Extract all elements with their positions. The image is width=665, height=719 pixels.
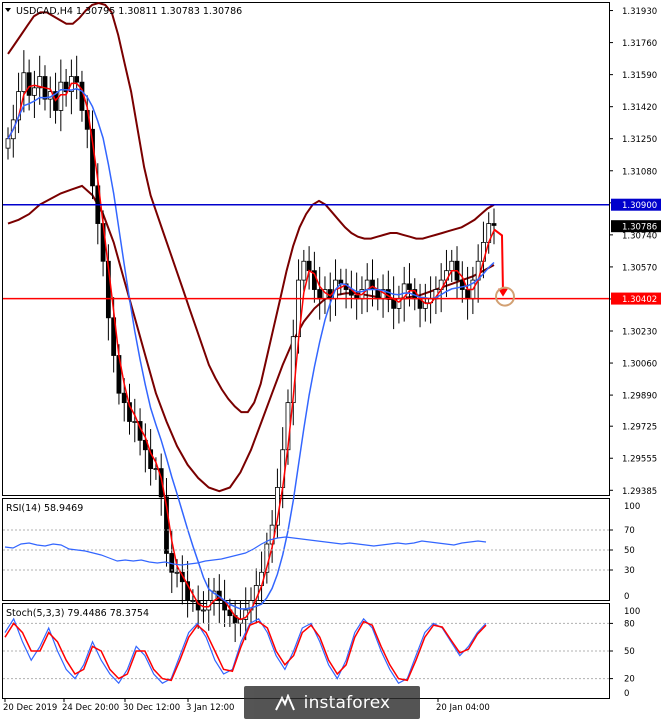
bollinger-lower-band <box>7 184 495 493</box>
candle-body <box>21 72 27 92</box>
price-tick-label: 1.29725 <box>622 423 657 433</box>
level-label: 70 <box>624 526 635 536</box>
collapse-triangle-icon[interactable] <box>5 8 11 12</box>
price-tick-label: 1.30060 <box>622 360 657 370</box>
price-pane: 1.31930 1.31760 1.31590 1.31420 1.31250 1.310… <box>3 1 661 643</box>
candle-body <box>370 279 375 290</box>
main-pane-frame <box>2 2 610 496</box>
price-tick-label: 1.29385 <box>622 487 657 497</box>
candle-body <box>306 260 312 272</box>
fast-moving-average <box>7 82 495 621</box>
level-label: 50 <box>624 546 635 556</box>
price-tick-label: 1.31080 <box>622 167 657 177</box>
candle-body <box>407 283 412 290</box>
candle-body <box>5 138 11 149</box>
level-label: 30 <box>624 566 635 576</box>
chart-window: 1.31930 1.31760 1.31590 1.31420 1.31250 1.310… <box>0 0 665 719</box>
price-tick-label: 1.31250 <box>622 135 657 145</box>
instaforex-watermark: instaforex <box>244 686 420 719</box>
time-tick-label: 3 Jan 12:00 <box>186 703 234 713</box>
pane-max-label: 100 <box>624 502 640 512</box>
price-tick-label: 1.31760 <box>622 39 657 49</box>
level-label: 50 <box>624 647 635 657</box>
pane-max-label: 100 <box>624 607 640 617</box>
candle-body <box>190 600 196 602</box>
candle-body <box>26 72 32 96</box>
level-label: 80 <box>624 619 635 629</box>
pane-min-label: 0 <box>624 592 629 602</box>
time-tick-label: 30 Dec 12:00 <box>123 703 180 713</box>
price-tick-label: 1.30230 <box>622 328 657 338</box>
level-price-label: 1.30402 <box>622 295 657 305</box>
bollinger-upper-band <box>7 1 495 414</box>
level-price-label: 1.30900 <box>622 201 657 211</box>
rsi-pane: 70 50 30 100 0 <box>3 502 640 602</box>
current-price-label: 1.30786 <box>622 223 657 233</box>
candle-body <box>32 87 37 96</box>
candle-body <box>201 609 206 612</box>
candle-body <box>174 571 180 574</box>
candle-body <box>132 421 138 423</box>
chart-canvas: 1.31930 1.31760 1.31590 1.31420 1.31250 1.310… <box>2 1 661 713</box>
time-tick-label: 24 Dec 20:00 <box>62 703 119 713</box>
price-tick-label: 1.30740 <box>622 231 657 241</box>
price-tick-label: 1.29555 <box>622 455 657 465</box>
price-tick-label: 1.31420 <box>622 103 657 113</box>
candle-body <box>491 223 497 226</box>
price-tick-label: 1.31590 <box>622 71 657 81</box>
candle-body <box>317 289 323 300</box>
time-tick-label: 20 Jan 04:00 <box>436 703 490 713</box>
rsi-pane-frame <box>2 498 610 601</box>
rsi-title: RSI(14) 58.9469 <box>6 503 83 514</box>
candle-body <box>74 76 80 83</box>
candle-body <box>465 289 470 300</box>
price-tick-label: 1.29890 <box>622 392 657 402</box>
watermark-text: instaforex <box>303 692 391 713</box>
level-label: 20 <box>624 675 635 685</box>
pane-min-label: 0 <box>624 689 629 699</box>
main-chart-title: USDCAD,H4 1.30795 1.30811 1.30783 1.3078… <box>16 6 242 17</box>
slow-moving-average <box>7 87 495 610</box>
stoch-title: Stoch(5,3,3) 79.4486 78.3754 <box>6 608 149 619</box>
price-tick-label: 1.30570 <box>622 263 657 273</box>
time-tick-label: 20 Dec 2019 <box>3 703 57 713</box>
rsi-line <box>4 536 487 566</box>
candle-body <box>449 260 455 272</box>
candle-body <box>301 260 307 281</box>
candle-body <box>121 392 127 404</box>
instaforex-logo-icon <box>274 693 295 710</box>
forecast-arrow-line <box>493 228 504 293</box>
price-tick-label: 1.31930 <box>622 7 657 17</box>
